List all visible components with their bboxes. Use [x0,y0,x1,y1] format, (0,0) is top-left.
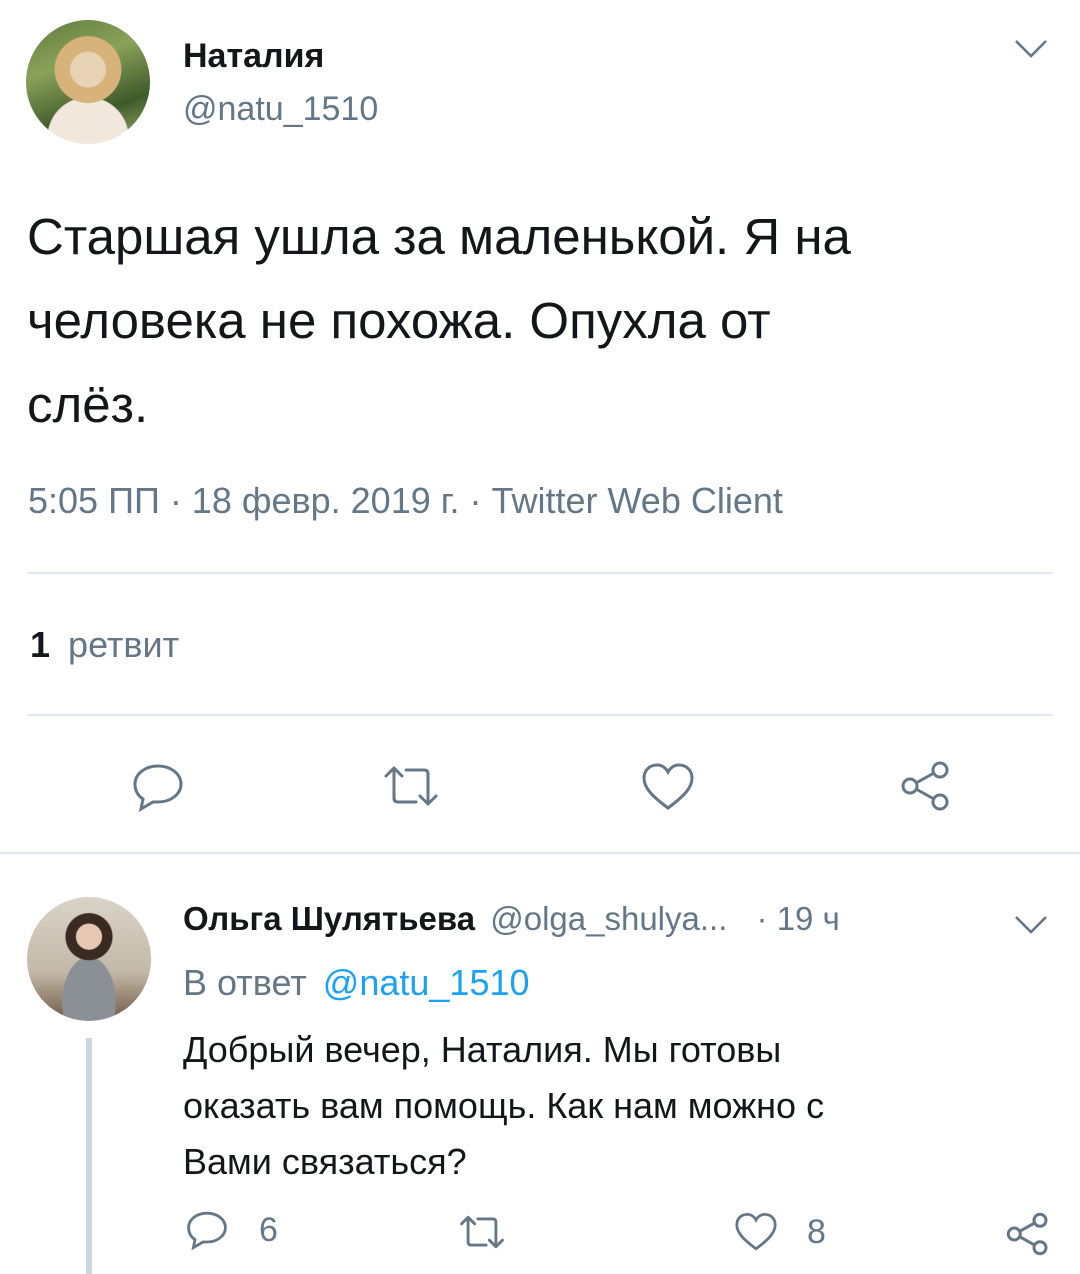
thread-line [86,1038,92,1274]
reply-author-name[interactable]: Ольга Шулятьева [183,900,475,937]
retweet-icon[interactable] [458,1214,506,1250]
reply-to: В ответ @natu_1510 [183,962,530,1004]
reply-text-line: оказать вам помощь. Как нам можно с [183,1085,825,1126]
author-handle[interactable]: @natu_1510 [183,90,378,129]
reply-text-line: Добрый вечер, Наталия. Мы готовы [183,1029,782,1070]
tweet-text-line: слёз. [27,376,149,433]
chevron-down-icon[interactable] [1013,38,1049,60]
reply-to-prefix: В ответ [183,962,307,1003]
tweet-text: Старшая ушла за маленькой. Я на человека… [27,195,1057,447]
divider [27,714,1053,716]
tweet-meta: 5:05 ПП · 18 февр. 2019 г. · Twitter Web… [28,480,783,521]
share-icon[interactable] [1004,1210,1052,1258]
author-avatar[interactable] [26,20,150,144]
divider [0,852,1080,854]
reply-time: · 19 ч [756,900,840,937]
author-name[interactable]: Наталия [183,37,324,76]
retweet-icon[interactable] [382,764,440,808]
reply-text-line: Вами связаться? [183,1141,467,1182]
reply-author-avatar[interactable] [27,897,151,1021]
reply-header: Ольга Шулятьева @olga_shulya... · 19 ч [183,900,840,938]
reply-action-reply[interactable]: 6 [185,1210,278,1250]
reply-action-like[interactable]: 8 [733,1212,826,1252]
tweet-text-line: Старшая ушла за маленькой. Я на [27,208,851,265]
retweet-label: ретвит [68,624,180,665]
chevron-down-icon[interactable] [1013,914,1049,936]
reply-to-handle-link[interactable]: @natu_1510 [323,962,530,1003]
heart-icon[interactable] [640,762,696,812]
share-icon[interactable] [898,758,954,814]
reply-count: 6 [259,1210,278,1249]
retweet-stats[interactable]: 1 ретвит [30,624,179,666]
reply-author-handle[interactable]: @olga_shulya... [490,900,727,937]
retweet-count: 1 [30,624,51,665]
like-count: 8 [807,1212,826,1251]
reply-icon[interactable] [131,762,185,812]
heart-icon [733,1212,779,1252]
reply-icon [185,1210,229,1250]
divider [27,572,1053,574]
tweet-text-line: человека не похожа. Опухла от [27,292,771,349]
reply-text: Добрый вечер, Наталия. Мы готовы оказать… [183,1022,1043,1190]
